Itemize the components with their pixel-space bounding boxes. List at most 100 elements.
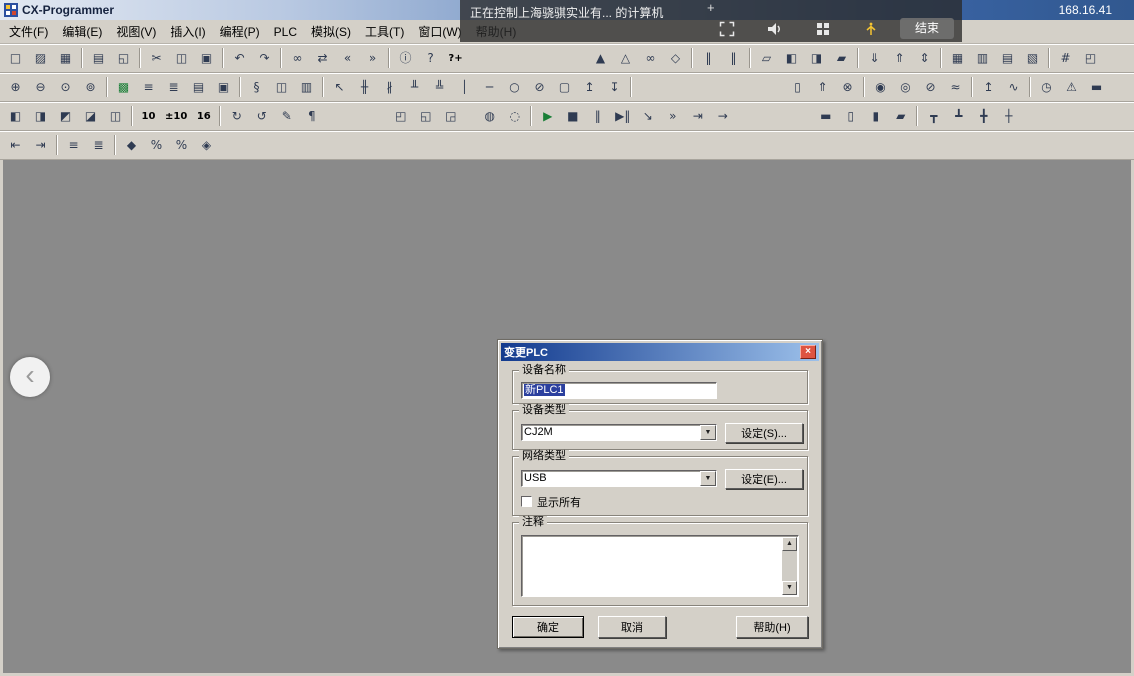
monitor-rate-2-icon[interactable]: % — [170, 135, 193, 156]
new-closed-or-contact-icon[interactable]: ╩ — [428, 77, 451, 98]
new-contact-icon[interactable]: ╫ — [353, 77, 376, 98]
find-next-icon[interactable]: » — [361, 48, 384, 69]
sim-run-to-cursor-icon[interactable]: → — [711, 106, 734, 127]
selection-mode-icon[interactable]: ↖ — [328, 77, 351, 98]
undo-icon[interactable]: ↶ — [228, 48, 251, 69]
sim-pause-icon[interactable]: ‖ — [586, 106, 609, 127]
simulator-online-icon[interactable]: ◍ — [478, 106, 501, 127]
redo-icon[interactable]: ↷ — [253, 48, 276, 69]
toggle-address-reference-icon[interactable]: ◪ — [79, 106, 102, 127]
error-log-icon[interactable]: ⚠ — [1060, 77, 1083, 98]
fullscreen-icon[interactable] — [712, 21, 742, 39]
sim-stop-icon[interactable]: ■ — [561, 106, 584, 127]
menu-file[interactable]: 文件(F) — [2, 20, 55, 43]
open-file-icon[interactable]: ▨ — [29, 48, 52, 69]
monitor-run-mode-icon[interactable]: ◨ — [805, 48, 828, 69]
back-button[interactable]: ‹ — [10, 357, 50, 397]
sim-step-icon[interactable]: ▶‖ — [611, 106, 634, 127]
end-session-button[interactable]: 结束 — [900, 18, 954, 39]
display-hex-icon[interactable]: 16 — [192, 106, 215, 127]
symbols-view-icon[interactable]: ▣ — [212, 77, 235, 98]
bit-monitor-icon[interactable]: ▮ — [864, 106, 887, 127]
hold-bits-icon[interactable]: ▰ — [889, 106, 912, 127]
monitor-stop-icon[interactable]: ◈ — [195, 135, 218, 156]
zoom-in-icon[interactable]: ⊕ — [4, 77, 27, 98]
transfer-to-plc-icon[interactable]: ⇓ — [863, 48, 886, 69]
show-grid-icon[interactable]: ▩ — [112, 77, 135, 98]
paste-icon[interactable]: ▣ — [195, 48, 218, 69]
show-rung-comments-icon[interactable]: ≡ — [137, 77, 160, 98]
horizontal-line-icon[interactable]: ─ — [478, 77, 501, 98]
save-icon[interactable]: ▦ — [54, 48, 77, 69]
watch-window-icon[interactable]: ◰ — [1079, 48, 1102, 69]
remote-antenna-icon[interactable] — [856, 21, 886, 39]
global-symbols-icon[interactable]: ▥ — [295, 77, 318, 98]
close-icon[interactable]: × — [800, 345, 816, 359]
toggle-project-tree-icon[interactable]: ◧ — [4, 106, 27, 127]
force-off-icon[interactable]: ◎ — [894, 77, 917, 98]
display-signed-decimal-icon[interactable]: ±10 — [162, 106, 190, 127]
symbol-window-icon[interactable]: ◲ — [439, 106, 462, 127]
edit-comments-icon[interactable]: ✎ — [275, 106, 298, 127]
speaker-icon[interactable] — [760, 21, 790, 39]
force-on-icon[interactable]: ◉ — [869, 77, 892, 98]
send-changes-icon[interactable]: ⇑ — [811, 77, 834, 98]
cut-icon[interactable]: ✂ — [145, 48, 168, 69]
rung-wrap-icon[interactable]: ¶ — [300, 106, 323, 127]
vertical-line-icon[interactable]: │ — [453, 77, 476, 98]
sim-continuous-step-icon[interactable]: » — [661, 106, 684, 127]
apps-grid-icon[interactable] — [808, 21, 838, 39]
menu-view[interactable]: 视图(V) — [109, 20, 163, 43]
device-name-input[interactable]: 新PLC1 — [521, 382, 717, 399]
pv-monitor-icon[interactable]: ▬ — [814, 106, 837, 127]
plc-clock-icon[interactable]: ◷ — [1035, 77, 1058, 98]
display-decimal-icon[interactable]: 10 — [137, 106, 160, 127]
indent-rung-icon[interactable]: ⇥ — [29, 135, 52, 156]
menu-plc[interactable]: PLC — [267, 22, 304, 42]
zoom-100-icon[interactable]: ⊚ — [79, 77, 102, 98]
cancel-button[interactable]: 取消 — [598, 616, 666, 638]
new-closed-contact-icon[interactable]: ∦ — [378, 77, 401, 98]
plus-icon[interactable]: + — [707, 0, 715, 15]
toggle-cross-reference-icon[interactable]: ◫ — [104, 106, 127, 127]
scroll-down-icon[interactable]: ▼ — [782, 581, 797, 595]
print-icon[interactable]: ▤ — [87, 48, 110, 69]
network-type-combobox[interactable]: USB ▼ — [521, 470, 717, 487]
plc-settings-icon[interactable]: ▥ — [971, 48, 994, 69]
output-toggle-icon[interactable]: ▬ — [1085, 77, 1108, 98]
show-annotations-icon[interactable]: ≣ — [162, 77, 185, 98]
chevron-down-icon[interactable]: ▼ — [700, 471, 716, 486]
dialog-title-bar[interactable]: 变更PLC × — [501, 343, 819, 361]
clear-forces-icon[interactable]: ┼ — [997, 106, 1020, 127]
help-icon[interactable]: ? — [419, 48, 442, 69]
zoom-out-icon[interactable]: ⊖ — [29, 77, 52, 98]
menu-edit[interactable]: 编辑(E) — [55, 20, 109, 43]
data-trace-monitor-icon[interactable]: ∿ — [1002, 77, 1025, 98]
debug-mode-icon[interactable]: ◧ — [780, 48, 803, 69]
device-type-combobox[interactable]: CJ2M ▼ — [521, 424, 717, 441]
data-trace-icon[interactable]: ▧ — [1021, 48, 1044, 69]
find-previous-icon[interactable]: « — [336, 48, 359, 69]
monitor-mode-icon[interactable]: ∞ — [639, 48, 662, 69]
pause-monitor-icon[interactable]: ◇ — [664, 48, 687, 69]
io-comment-list-icon[interactable]: ≣ — [87, 135, 110, 156]
online-edit-icon[interactable]: ▯ — [786, 77, 809, 98]
transfer-from-plc-icon[interactable]: ⇑ — [888, 48, 911, 69]
new-file-icon[interactable]: □ — [4, 48, 27, 69]
ok-button[interactable]: 确定 — [512, 616, 584, 638]
print-preview-icon[interactable]: ◱ — [112, 48, 135, 69]
run-mode-icon[interactable]: ▰ — [830, 48, 853, 69]
pause-icon[interactable]: ‖ — [697, 48, 720, 69]
reset-bit-icon[interactable]: ┻ — [947, 106, 970, 127]
plc-memory-icon[interactable]: ▤ — [996, 48, 1019, 69]
differentiate-up-icon[interactable]: ↥ — [578, 77, 601, 98]
new-coil-icon[interactable]: ○ — [503, 77, 526, 98]
sim-run-icon[interactable]: ▶ — [536, 106, 559, 127]
sim-step-into-icon[interactable]: ↘ — [636, 106, 659, 127]
menu-insert[interactable]: 插入(I) — [163, 20, 212, 43]
show-all-checkbox[interactable] — [521, 496, 532, 507]
cancel-online-edit-icon[interactable]: ⊗ — [836, 77, 859, 98]
zoom-to-fit-icon[interactable]: ⊙ — [54, 77, 77, 98]
compare-with-plc-icon[interactable]: ⇕ — [913, 48, 936, 69]
simulator-settings-icon[interactable]: ◌ — [503, 106, 526, 127]
